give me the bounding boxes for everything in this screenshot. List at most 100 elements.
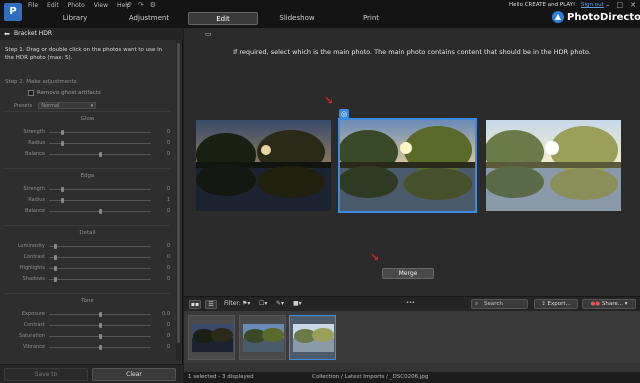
maximize-icon[interactable]: □ bbox=[617, 1, 624, 9]
filmstrip-scrollbar[interactable] bbox=[184, 363, 640, 372]
slider-track[interactable] bbox=[49, 132, 151, 133]
slider-knob[interactable] bbox=[98, 334, 102, 339]
slider-track[interactable] bbox=[49, 268, 151, 269]
slider-value: 0.0 bbox=[162, 311, 170, 317]
window-controls: – □ ✕ bbox=[606, 1, 636, 9]
filter-pencil-icon[interactable]: ✎▾ bbox=[276, 300, 284, 307]
sign-out-link[interactable]: Sign out bbox=[581, 2, 604, 8]
slider-track[interactable] bbox=[49, 257, 151, 258]
slider-label: Vibrance bbox=[23, 344, 45, 350]
filmstrip bbox=[184, 311, 640, 372]
slider-label: Balance bbox=[25, 208, 45, 214]
settings-gear-icon[interactable]: ⚙ bbox=[150, 1, 156, 9]
thumbnail-2[interactable] bbox=[239, 315, 286, 360]
slider-knob[interactable] bbox=[53, 244, 57, 249]
red-arrow-merge-icon: ↘ bbox=[370, 251, 380, 264]
chevron-down-icon: ▾ bbox=[90, 103, 94, 109]
slider-value: 0 bbox=[166, 254, 170, 260]
tab-print[interactable]: Print bbox=[336, 12, 406, 25]
slider-knob[interactable] bbox=[60, 198, 64, 203]
list-view-icon[interactable]: ☰ bbox=[205, 300, 217, 309]
tab-slideshow[interactable]: Slideshow bbox=[262, 12, 332, 25]
minimize-icon[interactable]: – bbox=[606, 1, 610, 9]
presets-dropdown[interactable]: Normal ▾ bbox=[38, 102, 97, 109]
slider-label: Shadows bbox=[22, 276, 45, 282]
panel-scrollbar[interactable] bbox=[176, 41, 181, 361]
slider-row: Shadows 0 bbox=[5, 276, 170, 284]
slider-track[interactable] bbox=[49, 189, 151, 190]
bracket-photo-1[interactable] bbox=[196, 120, 331, 211]
tab-adjustment[interactable]: Adjustment bbox=[114, 12, 184, 25]
group-title: Detail bbox=[79, 230, 96, 236]
menu-file[interactable]: File bbox=[28, 2, 38, 9]
brand-mark-icon: ▲ bbox=[552, 11, 564, 23]
slider-track[interactable] bbox=[49, 279, 151, 280]
slider-knob[interactable] bbox=[60, 130, 64, 135]
slider-value: 0 bbox=[166, 276, 170, 282]
menu-photo[interactable]: Photo bbox=[68, 2, 85, 9]
slider-track[interactable] bbox=[49, 246, 151, 247]
thumbnail-3[interactable] bbox=[289, 315, 336, 360]
slider-knob[interactable] bbox=[53, 277, 57, 282]
close-icon[interactable]: ✕ bbox=[630, 1, 636, 9]
slider-track[interactable] bbox=[49, 200, 151, 201]
thumbnail-view-icon[interactable]: ▪▪ bbox=[189, 300, 201, 309]
filter-color-icon[interactable]: ■▾ bbox=[293, 300, 302, 307]
thumbnail-1[interactable] bbox=[188, 315, 235, 360]
clear-button[interactable]: Clear bbox=[92, 368, 176, 381]
browser-toolbar: ▪▪ ☰ Filter: ⚑▾ ☐▾ ✎▾ ■▾ ••• ⌕ Search ⇪ … bbox=[184, 296, 640, 311]
slider-knob[interactable] bbox=[98, 312, 102, 317]
group-divider bbox=[5, 293, 170, 294]
filter-select-icon[interactable]: ☐▾ bbox=[259, 300, 267, 307]
share-button[interactable]: ●● Share... ▾ bbox=[582, 299, 636, 309]
filter-flag-icon[interactable]: ⚑▾ bbox=[242, 300, 250, 307]
bracket-photo-3[interactable] bbox=[486, 120, 621, 211]
slider-knob[interactable] bbox=[98, 345, 102, 350]
slider-row: Strength 0 bbox=[5, 129, 170, 137]
slider-knob[interactable] bbox=[60, 141, 64, 146]
back-arrow-icon[interactable]: ⬅ bbox=[4, 30, 10, 38]
group-divider bbox=[5, 225, 170, 226]
group-title: Edge bbox=[80, 173, 95, 179]
slider-knob[interactable] bbox=[53, 266, 57, 271]
slider-row: Radius 1 bbox=[5, 197, 170, 205]
slider-row: Vibrance 0 bbox=[5, 344, 170, 352]
save-to-button[interactable]: Save to bbox=[4, 368, 88, 381]
slider-label: Luminosity bbox=[17, 243, 45, 249]
scrollbar-thumb[interactable] bbox=[177, 43, 180, 343]
bracket-photo-2-main[interactable] bbox=[338, 118, 477, 213]
group-divider bbox=[5, 168, 170, 169]
merge-button[interactable]: Merge bbox=[382, 268, 434, 279]
share-icon: ●● bbox=[590, 301, 601, 307]
slider-value: 0 bbox=[166, 243, 170, 249]
slider-knob[interactable] bbox=[98, 323, 102, 328]
slider-label: Contrast bbox=[23, 322, 45, 328]
splitter-handle-icon[interactable]: ••• bbox=[406, 300, 415, 306]
slider-knob[interactable] bbox=[60, 187, 64, 192]
main-photo-badge-icon[interactable]: ◎ bbox=[339, 109, 349, 119]
redo-icon[interactable]: ↷ bbox=[138, 1, 144, 9]
menu-edit[interactable]: Edit bbox=[47, 2, 59, 9]
group-divider bbox=[5, 111, 170, 112]
slider-knob[interactable] bbox=[53, 255, 57, 260]
slider-label: Radius bbox=[28, 197, 45, 203]
slider-track[interactable] bbox=[49, 143, 151, 144]
slider-row: Contrast 0 bbox=[5, 322, 170, 330]
undo-icon[interactable]: ↶ bbox=[126, 1, 132, 9]
tab-edit[interactable]: Edit bbox=[188, 12, 258, 25]
export-button[interactable]: ⇪ Export... bbox=[534, 299, 578, 309]
ghost-checkbox-row[interactable]: Remove ghost artifacts bbox=[28, 90, 101, 96]
export-label: Export... bbox=[547, 301, 571, 307]
photo-normal bbox=[340, 120, 475, 211]
user-info: Hello CREATE and PLAY! Sign out bbox=[509, 2, 604, 8]
slider-knob[interactable] bbox=[98, 209, 102, 214]
menu-view[interactable]: View bbox=[94, 2, 108, 9]
ghost-checkbox[interactable] bbox=[28, 90, 34, 96]
compare-view-icon[interactable]: ▭ bbox=[205, 30, 212, 38]
tab-library[interactable]: Library bbox=[40, 12, 110, 25]
search-input[interactable]: ⌕ Search bbox=[471, 299, 528, 309]
slider-label: Highlights bbox=[19, 265, 45, 271]
module-tabs: Library Adjustment Edit Slideshow Print bbox=[40, 12, 410, 25]
search-placeholder: Search bbox=[484, 301, 503, 307]
slider-knob[interactable] bbox=[98, 152, 102, 157]
